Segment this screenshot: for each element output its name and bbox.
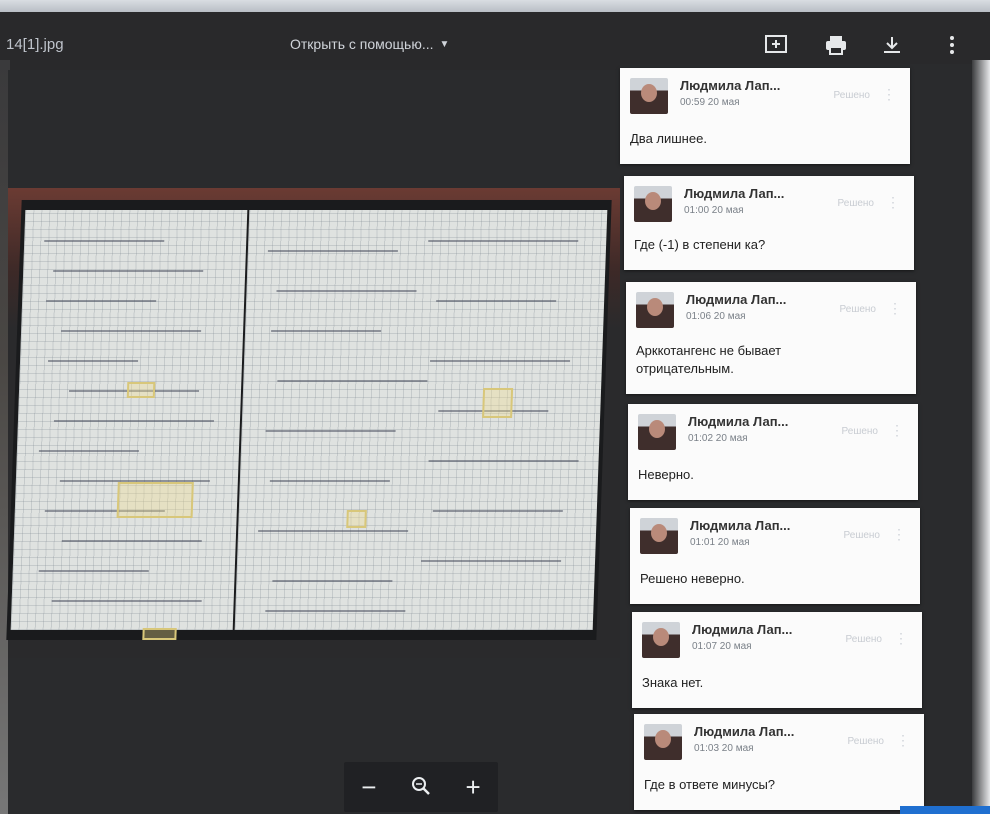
resolve-button[interactable]: Решено	[838, 198, 874, 209]
comment-highlight[interactable]	[346, 510, 367, 528]
comment-highlight[interactable]	[482, 388, 514, 418]
avatar	[644, 724, 682, 760]
comment-text: Решено неверно.	[640, 571, 745, 586]
comment-author: Людмила Лап...	[680, 78, 781, 93]
zoom-controls: − +	[344, 762, 498, 812]
file-name: 14[1].jpg	[6, 36, 64, 53]
zoom-out-button[interactable]: −	[361, 774, 376, 800]
comment-time: 00:59 20 мая	[680, 97, 740, 108]
comment-highlight[interactable]	[142, 628, 177, 640]
comment-card[interactable]: Людмила Лап... 01:07 20 мая Решено ⋮ Зна…	[632, 612, 922, 708]
screen-glare	[0, 0, 990, 12]
comment-card[interactable]: Людмила Лап... 01:02 20 мая Решено ⋮ Нев…	[628, 404, 918, 500]
resolve-button[interactable]: Решено	[840, 304, 876, 315]
resolve-button[interactable]: Решено	[846, 634, 882, 645]
comment-time: 01:06 20 мая	[686, 311, 746, 322]
resolve-button[interactable]: Решено	[834, 90, 870, 101]
comment-more-icon[interactable]: ⋮	[890, 422, 904, 439]
comment-more-icon[interactable]: ⋮	[894, 630, 908, 647]
zoom-in-button[interactable]: +	[466, 774, 481, 800]
comment-card[interactable]: Людмила Лап... 00:59 20 мая Решено ⋮ Два…	[620, 68, 910, 164]
add-comment-icon[interactable]	[764, 34, 788, 56]
comment-text: Неверно.	[638, 467, 694, 482]
comment-author: Людмила Лап...	[694, 724, 795, 739]
comment-author: Людмила Лап...	[684, 186, 785, 201]
comments-panel: Людмила Лап... 00:59 20 мая Решено ⋮ Два…	[620, 64, 972, 814]
taskbar-edge	[900, 806, 990, 814]
comment-text: Два лишнее.	[630, 131, 707, 146]
scrollbar[interactable]	[972, 60, 990, 814]
viewer-toolbar: 14[1].jpg Открыть с помощью... ▼	[0, 0, 990, 70]
more-vert-icon[interactable]	[940, 34, 964, 56]
resolve-button[interactable]: Решено	[848, 736, 884, 747]
comment-highlight[interactable]	[126, 382, 156, 398]
comment-card[interactable]: Людмила Лап... 01:06 20 мая Решено ⋮ Арк…	[626, 282, 916, 394]
resolve-button[interactable]: Решено	[844, 530, 880, 541]
notebook-page-left	[10, 210, 248, 640]
comment-author: Людмила Лап...	[688, 414, 789, 429]
open-with-label: Открыть с помощью...	[290, 36, 434, 52]
comment-text: Где (-1) в степени ка?	[634, 237, 766, 252]
comment-time: 01:01 20 мая	[690, 537, 750, 548]
comment-time: 01:07 20 мая	[692, 641, 752, 652]
comment-more-icon[interactable]: ⋮	[896, 732, 910, 749]
resolve-button[interactable]: Решено	[842, 426, 878, 437]
comment-text: Где в ответе минусы?	[644, 777, 776, 792]
comment-text: Знака нет.	[642, 675, 704, 690]
comment-time: 01:00 20 мая	[684, 205, 744, 216]
comment-more-icon[interactable]: ⋮	[886, 194, 900, 211]
comment-more-icon[interactable]: ⋮	[888, 300, 902, 317]
dropdown-caret-icon: ▼	[439, 38, 450, 50]
notebook-page-right	[234, 210, 608, 630]
comment-card[interactable]: Людмила Лап... 01:03 20 мая Решено ⋮ Где…	[634, 714, 924, 810]
print-icon[interactable]	[824, 34, 848, 56]
avatar	[634, 186, 672, 222]
open-with-button[interactable]: Открыть с помощью... ▼	[290, 36, 449, 52]
comment-text: Арккотангенс не бывает отрицательным.	[636, 343, 782, 376]
avatar	[630, 78, 668, 114]
comment-more-icon[interactable]: ⋮	[882, 86, 896, 103]
avatar	[642, 622, 680, 658]
comment-author: Людмила Лап...	[686, 292, 787, 307]
comment-author: Людмила Лап...	[692, 622, 793, 637]
zoom-icon[interactable]	[411, 774, 431, 800]
download-icon[interactable]	[880, 34, 904, 56]
comment-card[interactable]: Людмила Лап... 01:00 20 мая Решено ⋮ Где…	[624, 176, 914, 270]
comment-more-icon[interactable]: ⋮	[892, 526, 906, 543]
comment-time: 01:02 20 мая	[688, 433, 748, 444]
comment-time: 01:03 20 мая	[694, 743, 754, 754]
comment-card[interactable]: Людмила Лап... 01:01 20 мая Решено ⋮ Реш…	[630, 508, 920, 604]
comment-highlight[interactable]	[116, 482, 194, 518]
notebook-photo	[6, 200, 612, 640]
comment-author: Людмила Лап...	[690, 518, 791, 533]
avatar	[636, 292, 674, 328]
avatar	[640, 518, 678, 554]
avatar	[638, 414, 676, 450]
